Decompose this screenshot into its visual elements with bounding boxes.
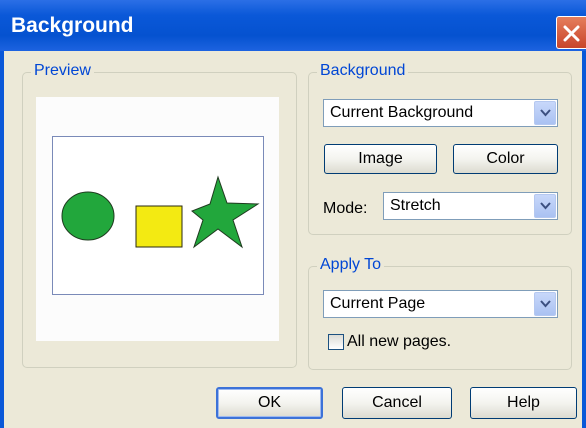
all-new-pages-checkbox[interactable]	[328, 334, 344, 350]
square-shape	[135, 205, 183, 248]
cancel-button-label: Cancel	[372, 394, 422, 411]
background-select-value: Current Background	[330, 104, 474, 121]
ok-button-label: OK	[257, 394, 282, 411]
background-legend: Background	[317, 62, 409, 80]
preview-page	[52, 136, 264, 295]
all-new-pages-label[interactable]: All new pages.	[347, 333, 451, 351]
star-shape	[191, 175, 260, 249]
circle-shape	[61, 191, 115, 241]
image-button[interactable]: Image	[324, 144, 437, 174]
preview-shapes	[61, 175, 260, 249]
ok-button[interactable]: OK	[216, 387, 323, 419]
mode-select[interactable]: Stretch	[383, 192, 558, 220]
mode-label: Mode:	[323, 200, 368, 217]
apply-to-group: Apply To	[308, 256, 572, 370]
image-button-label: Image	[358, 150, 403, 167]
color-button-label: Color	[486, 150, 525, 167]
cancel-button[interactable]: Cancel	[342, 387, 452, 419]
close-button[interactable]	[556, 16, 586, 49]
preview-legend: Preview	[31, 62, 94, 80]
help-button[interactable]: Help	[470, 387, 577, 419]
color-button[interactable]: Color	[453, 144, 558, 174]
background-select[interactable]: Current Background	[323, 99, 558, 127]
dialog-title: Background	[11, 14, 134, 37]
help-button-label: Help	[507, 394, 540, 411]
window-border-right	[582, 51, 586, 428]
close-icon	[563, 25, 580, 42]
window-border-left	[0, 51, 4, 428]
mode-select-value: Stretch	[390, 197, 441, 214]
apply-to-select[interactable]: Current Page	[323, 290, 558, 318]
title-bar[interactable]: Background	[0, 0, 586, 51]
background-dialog: Background Preview Background Current Ba…	[0, 0, 586, 428]
apply-to-select-value: Current Page	[330, 295, 426, 312]
chevron-down-icon[interactable]	[534, 101, 556, 125]
apply-to-legend: Apply To	[317, 256, 385, 274]
chevron-down-icon[interactable]	[534, 194, 556, 218]
chevron-down-icon[interactable]	[534, 292, 556, 316]
